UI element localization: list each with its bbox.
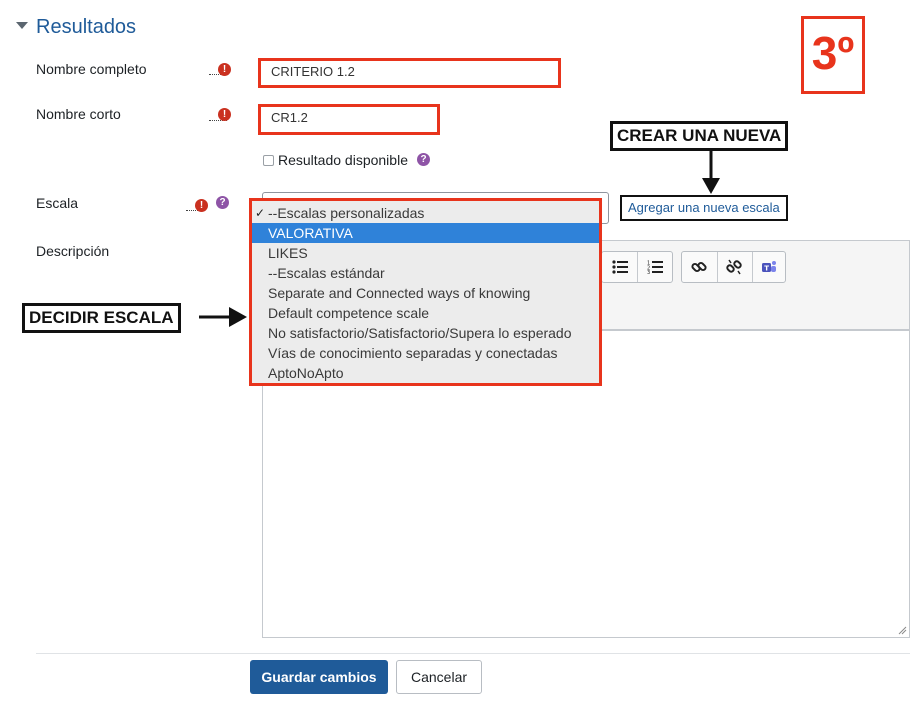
help-icon[interactable]: ?: [216, 196, 229, 209]
link-button-group: T: [681, 251, 786, 283]
save-button[interactable]: Guardar cambios: [250, 660, 388, 694]
unordered-list-icon[interactable]: [604, 252, 636, 282]
cancel-button[interactable]: Cancelar: [396, 660, 482, 694]
scale-option[interactable]: ✓ --Escalas personalizadas: [252, 203, 599, 223]
scale-option[interactable]: Vías de conocimiento separadas y conecta…: [252, 343, 599, 363]
unlink-icon[interactable]: [718, 252, 750, 282]
svg-text:T: T: [764, 265, 769, 273]
step-annotation: 3º: [801, 16, 865, 94]
footer-divider: [36, 653, 910, 654]
scale-option[interactable]: No satisfactorio/Satisfactorio/Supera lo…: [252, 323, 599, 343]
arrow-down-icon: [702, 150, 720, 194]
resize-handle-icon[interactable]: [897, 625, 907, 635]
help-icon[interactable]: ?: [417, 153, 430, 166]
collapse-caret-icon[interactable]: [16, 22, 28, 29]
fullname-input[interactable]: CRITERIO 1.2: [258, 58, 561, 88]
available-checkbox[interactable]: [263, 155, 274, 166]
arrow-right-icon: [199, 307, 247, 327]
toolbar-separator: [637, 252, 638, 282]
list-button-group: 123: [601, 251, 673, 283]
shortname-input[interactable]: CR1.2: [258, 104, 440, 135]
create-new-annotation: CREAR UNA NUEVA: [610, 121, 789, 151]
add-scale-link[interactable]: Agregar una nueva escala: [620, 195, 788, 221]
shortname-label: Nombre corto: [36, 106, 121, 122]
fullname-label: Nombre completo: [36, 61, 147, 77]
checkmark-icon: ✓: [255, 206, 266, 220]
required-icon: !: [218, 63, 231, 76]
required-icon: !: [195, 199, 208, 212]
scale-option[interactable]: Default competence scale: [252, 303, 599, 323]
choose-scale-annotation: DECIDIR ESCALA: [22, 303, 181, 333]
scale-option[interactable]: AptoNoApto: [252, 363, 599, 383]
svg-text:3: 3: [647, 270, 650, 274]
link-icon[interactable]: [683, 252, 715, 282]
scale-option[interactable]: --Escalas estándar: [252, 263, 599, 283]
scale-option[interactable]: VALORATIVA: [252, 223, 599, 243]
scale-option[interactable]: LIKES: [252, 243, 599, 263]
available-label: Resultado disponible: [278, 152, 408, 168]
description-label: Descripción: [36, 243, 110, 259]
ordered-list-icon[interactable]: 123: [639, 252, 671, 282]
scale-option[interactable]: Separate and Connected ways of knowing: [252, 283, 599, 303]
scale-dropdown-list: ✓ --Escalas personalizadas VALORATIVA LIK…: [249, 198, 602, 386]
scale-label: Escala: [36, 195, 79, 211]
teams-icon[interactable]: T: [753, 252, 785, 282]
section-title[interactable]: Resultados: [36, 16, 136, 39]
required-icon: !: [218, 108, 231, 121]
